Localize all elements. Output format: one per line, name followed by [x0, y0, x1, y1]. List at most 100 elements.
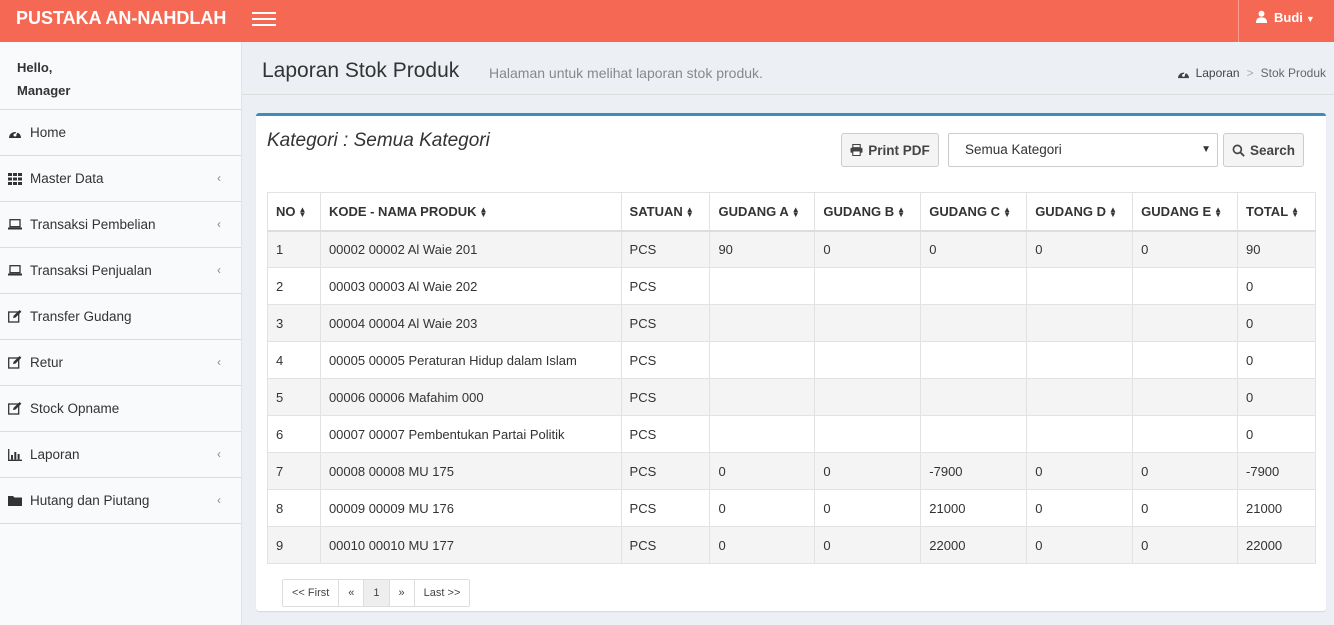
- sidebar-item-label: Master Data: [30, 171, 104, 186]
- table-row: 2 00003 00003 Al Waie 202 PCS 0: [267, 267, 1316, 305]
- sidebar-item-stock-opname[interactable]: Stock Opname: [0, 386, 241, 432]
- kategori-select-value: Semua Kategori: [965, 142, 1062, 157]
- table-cell: 3: [267, 304, 321, 342]
- column-header[interactable]: GUDANG E ▲ ▼: [1132, 192, 1239, 232]
- column-header-label: GUDANG D: [1035, 203, 1106, 219]
- sidebar-item-home[interactable]: Home: [0, 110, 241, 156]
- table-cell: 0: [814, 452, 922, 490]
- sidebar-toggle-icon[interactable]: [252, 9, 276, 29]
- table-cell: PCS: [620, 452, 711, 490]
- column-header[interactable]: GUDANG A ▲ ▼: [709, 192, 816, 232]
- table-row: 9 00010 00010 MU 177 PCS 0 0 22000 0 0 22000: [267, 526, 1316, 564]
- breadcrumb-stok-produk: Stok Produk: [1260, 66, 1326, 80]
- table-cell: [920, 341, 1028, 379]
- column-header[interactable]: NO ▲ ▼: [267, 192, 321, 232]
- table-cell: 8: [267, 489, 321, 527]
- column-header[interactable]: GUDANG C ▲ ▼: [920, 192, 1028, 232]
- sidebar-item-master-data[interactable]: Master Data ‹: [0, 156, 241, 202]
- table-cell: [709, 267, 816, 305]
- table-row: 4 00005 00005 Peraturan Hidup dalam Islam…: [267, 341, 1316, 379]
- table-cell: 90: [1237, 230, 1316, 268]
- table-cell: 00003 00003 Al Waie 202: [319, 267, 622, 305]
- column-header[interactable]: GUDANG B ▲ ▼: [814, 192, 922, 232]
- chevron-left-icon: ‹: [217, 263, 221, 277]
- table-cell: 22000: [1237, 526, 1316, 564]
- laptop-icon: [7, 218, 23, 232]
- table-cell: 9: [267, 526, 321, 564]
- table-row: 7 00008 00008 MU 175 PCS 0 0 -7900 0 0 -7900: [267, 452, 1316, 490]
- table-cell: 6: [267, 415, 321, 453]
- table-cell: [1026, 267, 1134, 305]
- table-cell: 0: [1026, 526, 1134, 564]
- table-cell: [814, 378, 922, 416]
- pagination-first[interactable]: << First: [283, 580, 340, 606]
- stock-table: NO ▲ ▼ KODE - NAMA PRODUK ▲ ▼ SATUAN ▲ ▼ GUDANG A…: [267, 192, 1316, 564]
- table-cell: 00002 00002 Al Waie 201: [319, 230, 622, 268]
- table-cell: [814, 267, 922, 305]
- print-pdf-label: Print PDF: [868, 142, 930, 158]
- print-icon: [850, 144, 863, 156]
- table-cell: 0: [709, 489, 816, 527]
- caret-down-icon: ▼: [1305, 14, 1315, 24]
- table-cell: 0: [1026, 452, 1134, 490]
- table-row: 6 00007 00007 Pembentukan Partai Politik P…: [267, 415, 1316, 453]
- table-row: 3 00004 00004 Al Waie 203 PCS 0: [267, 304, 1316, 342]
- chevron-left-icon: ‹: [217, 171, 221, 185]
- breadcrumb-laporan[interactable]: Laporan: [1196, 66, 1240, 80]
- table-cell: PCS: [620, 304, 711, 342]
- table-cell: 21000: [1237, 489, 1316, 527]
- print-pdf-button[interactable]: Print PDF: [841, 133, 939, 167]
- column-header[interactable]: GUDANG D ▲ ▼: [1026, 192, 1134, 232]
- table-cell: 90: [709, 230, 816, 268]
- top-header: PUSTAKA AN-NAHDLAH Budi ▼: [0, 0, 1334, 42]
- pagination-prev[interactable]: «: [339, 580, 365, 606]
- table-cell: [1132, 267, 1239, 305]
- kategori-heading: Kategori : Semua Kategori: [267, 130, 490, 151]
- table-cell: [709, 415, 816, 453]
- table-cell: 00007 00007 Pembentukan Partai Politik: [319, 415, 622, 453]
- sidebar-item-label: Stock Opname: [30, 401, 120, 416]
- sort-icon: ▲ ▼: [685, 205, 694, 220]
- table-cell: 21000: [920, 489, 1028, 527]
- user-menu-button[interactable]: Budi ▼: [1238, 0, 1334, 42]
- pagination-last[interactable]: Last >>: [414, 580, 470, 606]
- kategori-select[interactable]: Semua Kategori ▼: [948, 133, 1218, 167]
- sidebar-item-laporan[interactable]: Laporan ‹: [0, 432, 241, 478]
- pagination-next[interactable]: »: [389, 580, 415, 606]
- table-cell: PCS: [620, 489, 711, 527]
- column-header[interactable]: KODE - NAMA PRODUK ▲ ▼: [319, 192, 622, 232]
- table-cell: [920, 304, 1028, 342]
- column-header[interactable]: TOTAL ▲ ▼: [1237, 192, 1316, 232]
- table-cell: 0: [1132, 489, 1239, 527]
- table-cell: PCS: [620, 378, 711, 416]
- sidebar-item-retur[interactable]: Retur ‹: [0, 340, 241, 386]
- brand-logo[interactable]: PUSTAKA AN-NAHDLAH: [0, 0, 242, 42]
- sidebar-item-label: Transfer Gudang: [30, 309, 132, 324]
- column-header-label: GUDANG B: [823, 203, 895, 219]
- grid-icon: [7, 172, 23, 186]
- sidebar-item-label: Hutang dan Piutang: [30, 493, 150, 508]
- table-cell: [1026, 378, 1134, 416]
- table-cell: 00008 00008 MU 175: [319, 452, 622, 490]
- table-cell: 0: [814, 489, 922, 527]
- sidebar-item-transaksi-penjualan[interactable]: Transaksi Penjualan ‹: [0, 248, 241, 294]
- content-header: Laporan Stok Produk Halaman untuk meliha…: [242, 42, 1334, 95]
- column-header[interactable]: SATUAN ▲ ▼: [620, 192, 711, 232]
- table-cell: 00005 00005 Peraturan Hidup dalam Islam: [319, 341, 622, 379]
- table-row: 8 00009 00009 MU 176 PCS 0 0 21000 0 0 21000: [267, 489, 1316, 527]
- edit-icon: [7, 310, 23, 324]
- chevron-left-icon: ‹: [217, 447, 221, 461]
- column-header-label: GUDANG C: [929, 203, 1001, 219]
- pagination-current-page[interactable]: 1: [364, 580, 390, 606]
- sidebar-item-transfer-gudang[interactable]: Transfer Gudang: [0, 294, 241, 340]
- table-cell: [1026, 415, 1134, 453]
- table-cell: -7900: [920, 452, 1028, 490]
- sidebar-item-hutang-dan-piutang[interactable]: Hutang dan Piutang ‹: [0, 478, 241, 524]
- sort-icon: ▲ ▼: [897, 205, 906, 220]
- table-body: 1 00002 00002 Al Waie 201 PCS 90 0 0 0 0 90 2 0000…: [267, 230, 1316, 564]
- sort-icon: ▲ ▼: [1291, 205, 1300, 220]
- search-button[interactable]: Search: [1223, 133, 1304, 167]
- table-cell: 0: [1237, 267, 1316, 305]
- table-cell: 00006 00006 Mafahim 000: [319, 378, 622, 416]
- sidebar-item-transaksi-pembelian[interactable]: Transaksi Pembelian ‹: [0, 202, 241, 248]
